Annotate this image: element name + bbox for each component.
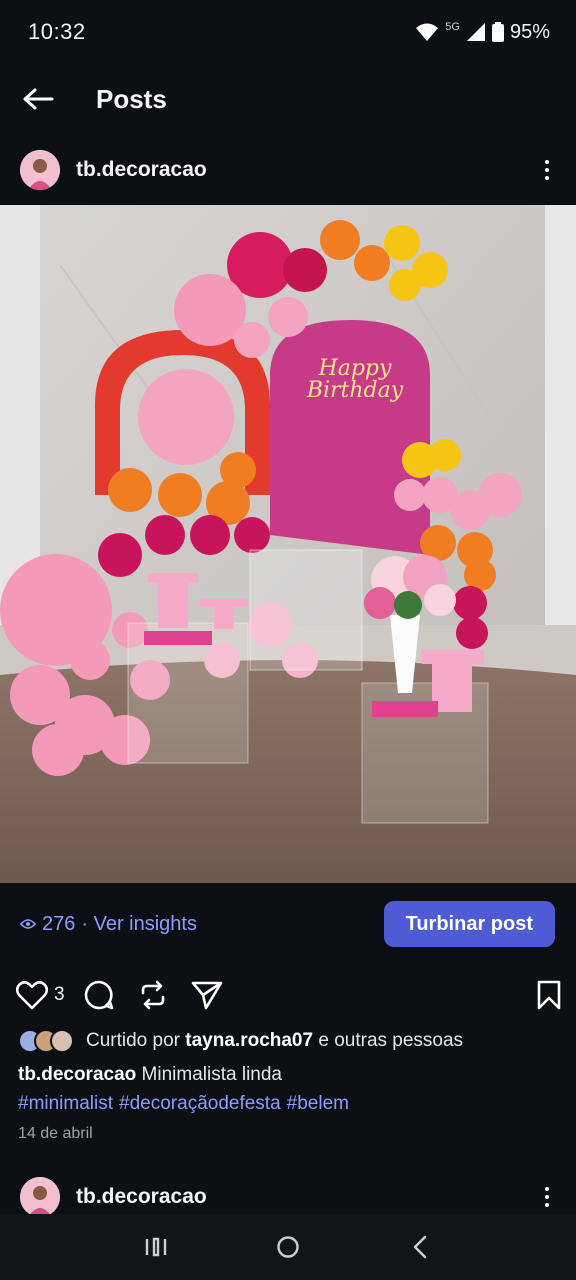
bookmark-icon xyxy=(537,980,561,1010)
page-title: Posts xyxy=(96,83,167,114)
actions-row: 3 xyxy=(0,974,576,1016)
birthday-text: Birthday xyxy=(306,378,404,403)
avatar xyxy=(50,1029,74,1053)
battery-level: 95% xyxy=(509,20,550,43)
back-nav-button[interactable] xyxy=(400,1227,440,1267)
liked-by-prefix: Curtido por xyxy=(86,1030,180,1051)
comment-icon xyxy=(84,980,113,1010)
liked-by-suffix: e outras pessoas xyxy=(318,1030,464,1051)
more-options-button[interactable] xyxy=(536,160,558,180)
insights-label: · Ver insights xyxy=(81,912,197,935)
hashtag-link[interactable]: #decoraçãodefesta xyxy=(119,1093,281,1114)
back-button[interactable] xyxy=(20,81,56,117)
more-icon xyxy=(545,1187,549,1191)
view-insights-link[interactable]: 276 · Ver insights xyxy=(20,913,197,936)
back-arrow-icon xyxy=(23,88,54,110)
next-post-username[interactable]: tb.decoracao xyxy=(76,1185,536,1209)
share-button[interactable] xyxy=(191,980,223,1010)
caption: tb.decoracao Minimalista linda xyxy=(18,1061,558,1089)
share-icon xyxy=(191,981,222,1010)
avatar[interactable] xyxy=(20,150,60,190)
avatar[interactable] xyxy=(20,1177,60,1217)
home-icon xyxy=(277,1236,299,1258)
recents-icon xyxy=(145,1237,167,1257)
signal-icon xyxy=(466,23,485,41)
liked-by-row[interactable]: Curtido por tayna.rocha07 e outras pesso… xyxy=(18,1026,558,1056)
post-image[interactable]: Happy Birthday xyxy=(0,205,576,883)
app-header: Posts xyxy=(0,64,576,134)
home-button[interactable] xyxy=(268,1227,308,1267)
wifi-icon xyxy=(416,23,439,41)
caption-text: Minimalista linda xyxy=(141,1064,282,1085)
back-nav-icon xyxy=(413,1235,427,1259)
eye-icon xyxy=(20,919,36,929)
recents-button[interactable] xyxy=(136,1227,176,1267)
view-count: 276 xyxy=(42,912,76,935)
battery-icon xyxy=(491,22,504,42)
repost-icon xyxy=(141,980,164,1010)
post-header: tb.decoracao xyxy=(0,140,576,200)
system-nav-bar xyxy=(0,1214,576,1280)
repost-button[interactable] xyxy=(137,979,169,1011)
like-button[interactable] xyxy=(16,980,48,1010)
insights-row: 276 · Ver insights Turbinar post xyxy=(0,900,576,948)
hashtag-link[interactable]: #minimalist xyxy=(18,1093,113,1114)
boost-post-button[interactable]: Turbinar post xyxy=(383,901,555,947)
more-options-button[interactable] xyxy=(536,1187,558,1207)
more-icon xyxy=(545,160,549,164)
hashtags: #minimalist #decoraçãodefesta #belem xyxy=(18,1090,558,1118)
save-button[interactable] xyxy=(536,980,562,1010)
status-icons: 5G 95% xyxy=(415,21,550,44)
status-time: 10:32 xyxy=(28,19,86,44)
liked-avatars xyxy=(18,1029,74,1053)
hashtag-link[interactable]: #belem xyxy=(287,1093,349,1114)
like-count: 3 xyxy=(54,984,65,1005)
status-bar: 10:32 5G 95% xyxy=(0,0,576,64)
network-label: 5G xyxy=(445,21,460,33)
comment-button[interactable] xyxy=(83,979,115,1011)
post-date: 14 de abril xyxy=(18,1125,93,1142)
liked-by-user[interactable]: tayna.rocha07 xyxy=(185,1030,313,1052)
heart-icon xyxy=(16,980,48,1010)
caption-username[interactable]: tb.decoracao xyxy=(18,1064,136,1085)
post-username[interactable]: tb.decoracao xyxy=(76,158,536,182)
